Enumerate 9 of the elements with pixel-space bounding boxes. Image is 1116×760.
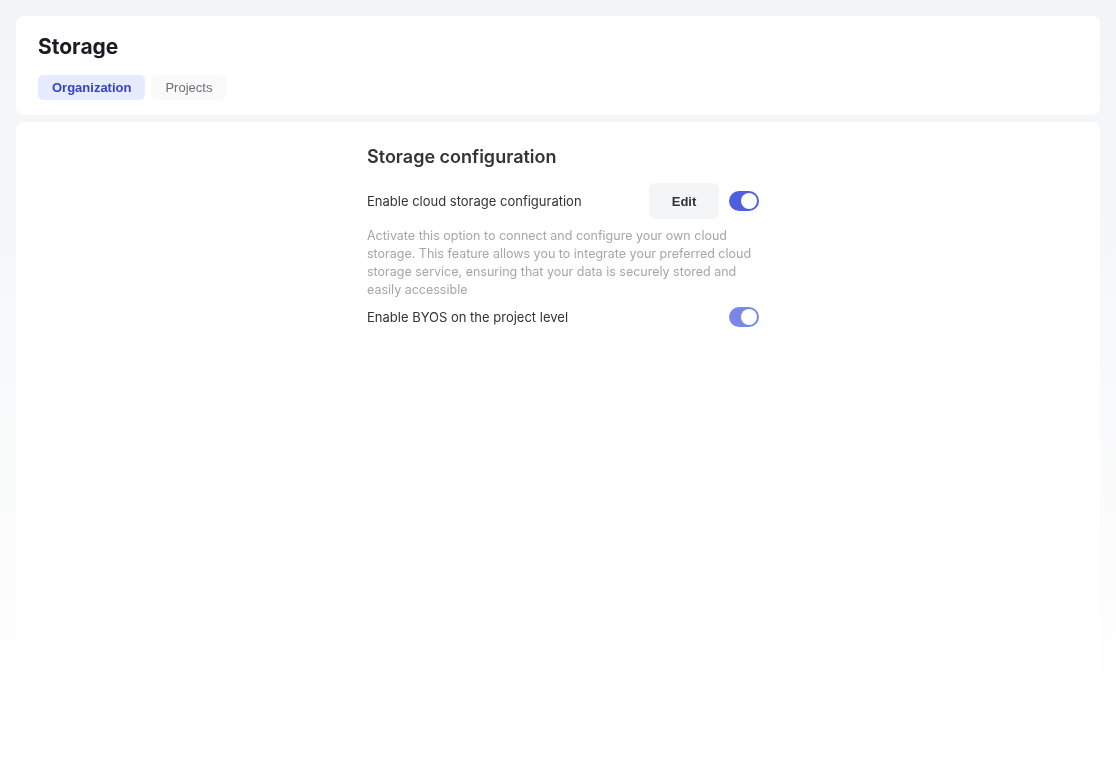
setting-description: Activate this option to connect and configure your own cloud storage. This feature allows you to integrate your preferred cloud storage service, ensuring that your data is securely stored and easily accessible <box>367 227 753 299</box>
setting-label: Enable cloud storage configuration <box>367 193 582 209</box>
tab[interactable]: Organization <box>38 75 146 100</box>
section-title: Storage configuration <box>367 146 558 167</box>
edit-button[interactable]: Edit <box>649 183 719 219</box>
setting-label: Enable BYOS on the project level <box>367 309 569 325</box>
tab[interactable]: Projects <box>151 75 227 100</box>
page-title: Storage <box>38 34 120 59</box>
toggle-switch[interactable] <box>729 191 759 211</box>
